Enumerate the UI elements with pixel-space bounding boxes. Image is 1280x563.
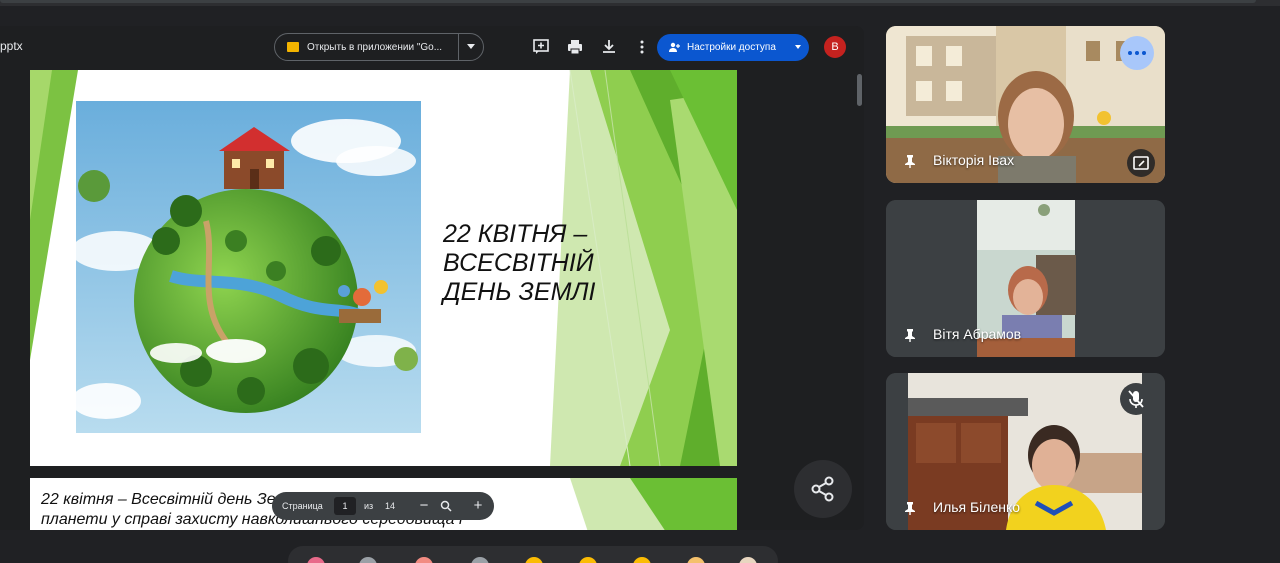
mic-off-indicator xyxy=(1120,383,1152,415)
page-total: 14 xyxy=(385,501,396,511)
person-add-icon xyxy=(669,42,680,52)
page-navigator: Страница 1 из 14 − + xyxy=(272,492,494,520)
access-settings-label: Настройки доступа xyxy=(687,42,776,53)
dot-icon xyxy=(1135,51,1139,55)
reactions-bar[interactable] xyxy=(288,546,778,563)
participant-name: Вікторія Івах xyxy=(933,152,1015,168)
file-name: pptx xyxy=(0,39,23,53)
share-icon xyxy=(811,476,834,502)
pin-icon[interactable] xyxy=(904,328,916,342)
download-icon[interactable] xyxy=(600,38,618,56)
earth-day-illustration xyxy=(76,101,421,433)
access-settings-button[interactable]: Настройки доступа xyxy=(657,34,809,61)
share-button[interactable] xyxy=(794,460,852,518)
pin-icon[interactable] xyxy=(904,501,916,515)
more-vert-icon[interactable] xyxy=(633,38,651,56)
dot-icon xyxy=(1128,51,1132,55)
participant-tile[interactable]: Вікторія Івах xyxy=(886,26,1165,183)
slide-title-line: 22 КВІТНЯ – xyxy=(443,220,588,248)
top-strip xyxy=(0,0,1280,6)
open-in-app-label: Открыть в приложении "Go... xyxy=(307,41,443,53)
zoom-out-button[interactable]: − xyxy=(414,496,434,516)
print-icon[interactable] xyxy=(566,38,584,56)
top-bar xyxy=(0,0,1256,3)
participant-name: Вітя Абрамов xyxy=(933,326,1022,342)
button-divider xyxy=(458,34,459,60)
dot-icon xyxy=(1142,51,1146,55)
reaction-emojis xyxy=(307,557,757,563)
zoom-search-icon[interactable] xyxy=(440,500,452,512)
page-of-label: из xyxy=(364,501,374,511)
tile-fullscreen-icon[interactable] xyxy=(1127,149,1155,177)
mic-off-icon xyxy=(1128,390,1144,408)
slide-title: 22 КВІТНЯ – ВСЕСВІТНІЙ ДЕНЬ ЗЕМЛІ xyxy=(443,220,595,307)
slide-1: 22 КВІТНЯ – ВСЕСВІТНІЙ ДЕНЬ ЗЕМЛІ xyxy=(30,70,737,466)
add-comment-icon[interactable] xyxy=(532,38,550,56)
presentation-panel: pptx Открыть в приложении "Go... Настрой… xyxy=(0,26,864,530)
participant-tile[interactable]: Вітя Абрамов xyxy=(886,200,1165,357)
slide-title-line: ДЕНЬ ЗЕМЛІ xyxy=(443,278,596,306)
open-in-app-button[interactable]: Открыть в приложении "Go... xyxy=(274,33,484,61)
more-options-button[interactable] xyxy=(1120,36,1154,70)
chevron-down-icon[interactable] xyxy=(467,44,475,49)
participant-video xyxy=(886,200,1165,357)
participant-tile[interactable]: Илья Біленко xyxy=(886,373,1165,530)
page-label: Страница xyxy=(282,501,323,511)
chevron-down-icon[interactable] xyxy=(795,45,801,49)
slide-title-line: ВСЕСВІТНІЙ xyxy=(443,249,594,277)
slides-file-icon xyxy=(287,42,299,52)
pin-icon[interactable] xyxy=(904,154,916,168)
page-number-input[interactable]: 1 xyxy=(334,497,356,515)
viewer-toolbar: pptx Открыть в приложении "Go... Настрой… xyxy=(0,26,864,68)
zoom-in-button[interactable]: + xyxy=(468,496,488,516)
participant-name: Илья Біленко xyxy=(933,499,1021,515)
scrollbar-thumb[interactable] xyxy=(857,74,862,106)
account-avatar[interactable]: В xyxy=(824,36,846,58)
